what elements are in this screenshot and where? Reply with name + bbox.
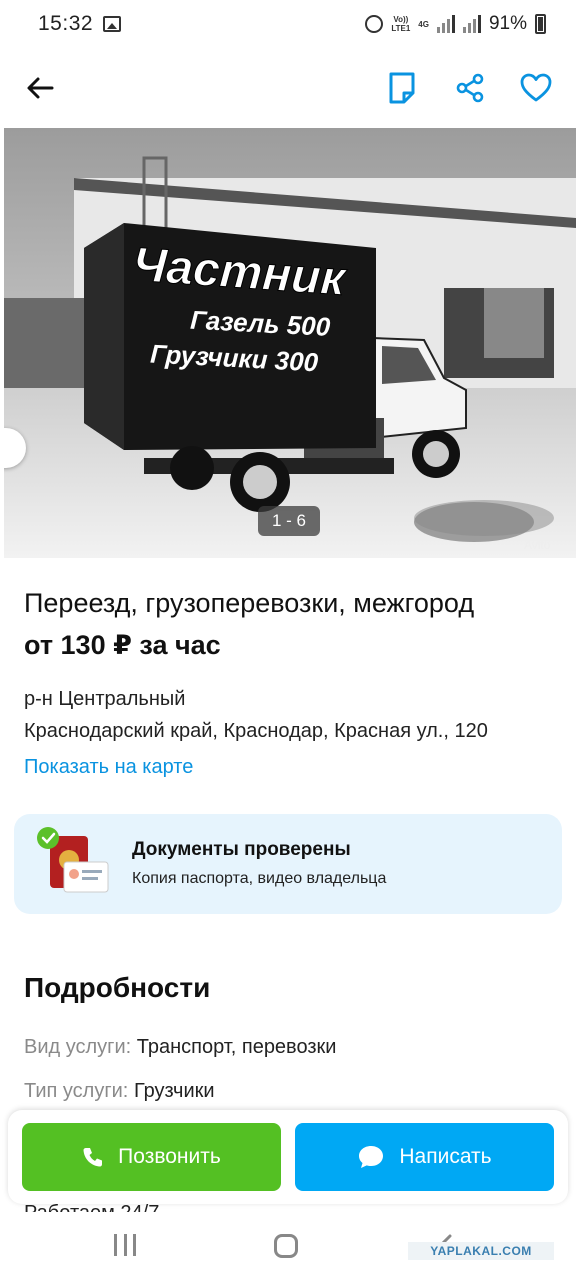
status-time: 15:32 <box>38 12 94 35</box>
listing-photo-gallery[interactable]: Частник Газель 500 Грузчики 300 <box>4 128 576 558</box>
alarm-icon <box>365 15 384 33</box>
verified-subtitle: Копия паспорта, видео владельца <box>132 870 387 887</box>
top-toolbar <box>0 48 576 128</box>
site-watermark: YAPLAKAL.COM <box>408 1242 554 1260</box>
listing-title: Переезд, грузоперевозки, межгород <box>24 588 475 618</box>
battery-level: 91% <box>488 13 527 34</box>
detail-row-service-kind: Вид услуги: Транспорт, перевозки <box>24 1036 336 1059</box>
share-icon <box>456 73 484 103</box>
detail-value: Транспорт, перевозки <box>136 1036 337 1058</box>
back-button[interactable] <box>22 70 58 106</box>
volte-indicator: Vo)) LTE1 <box>391 15 410 33</box>
signal-icon <box>436 15 455 33</box>
detail-row-service-type: Тип услуги: Грузчики <box>24 1080 215 1103</box>
contact-action-bar: Позвонить Написать <box>8 1110 568 1204</box>
phone-icon <box>83 1148 103 1167</box>
gallery-notification-icon <box>103 16 122 32</box>
show-on-map-link[interactable]: Показать на карте <box>24 756 193 779</box>
recents-button[interactable] <box>114 1234 136 1256</box>
share-button[interactable] <box>450 68 490 108</box>
note-button[interactable] <box>382 68 422 108</box>
chat-bubble-icon <box>359 1146 384 1168</box>
verified-title: Документы проверены <box>132 839 351 860</box>
listing-price: от 130 ₽ за час <box>24 630 221 660</box>
note-icon <box>389 72 415 104</box>
detail-key: Тип услуги: <box>24 1080 129 1102</box>
system-nav-bar: YAPLAKAL.COM <box>0 1212 576 1280</box>
favorite-button[interactable] <box>516 68 556 108</box>
details-heading: Подробности <box>24 972 211 1003</box>
call-button[interactable]: Позвонить <box>22 1123 281 1191</box>
status-indicators: Vo)) LTE1 4G 91% <box>365 13 546 35</box>
heart-icon <box>520 73 552 102</box>
photo-counter: 1 - 6 <box>258 506 320 536</box>
listing-address: Краснодарский край, Краснодар, Красная у… <box>24 720 488 742</box>
lte-label: LTE1 <box>391 24 411 33</box>
call-button-label: Позвонить <box>118 1145 221 1168</box>
avito-watermark: Avito <box>524 538 551 552</box>
volte-label: Vo)) <box>393 15 409 24</box>
battery-icon <box>535 14 546 34</box>
detail-key: Вид услуги: <box>24 1036 132 1058</box>
truck-photo: Частник Газель 500 Грузчики 300 <box>4 128 576 558</box>
write-button-label: Написать <box>399 1145 492 1168</box>
documents-verified-card[interactable]: Документы проверены Копия паспорта, виде… <box>14 814 562 914</box>
arrow-left-icon <box>27 77 54 99</box>
status-bar: 15:32 Vo)) LTE1 4G 91% <box>0 0 576 48</box>
signal-icon-2 <box>462 15 481 33</box>
home-button[interactable] <box>274 1234 298 1258</box>
passport-check-icon <box>37 827 109 893</box>
listing-district: р-н Центральный <box>24 688 186 710</box>
network-type: 4G <box>418 19 429 29</box>
detail-value: Грузчики <box>133 1080 215 1102</box>
write-button[interactable]: Написать <box>295 1123 554 1191</box>
